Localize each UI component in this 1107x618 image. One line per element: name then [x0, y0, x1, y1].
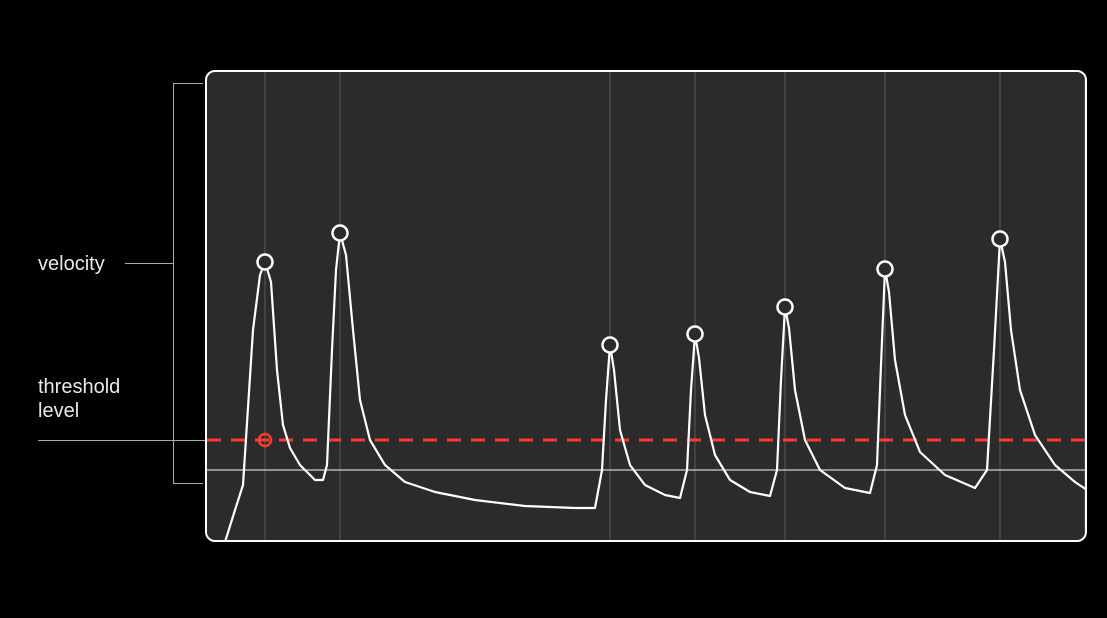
bracket-velocity-leader: [125, 263, 173, 264]
velocity-label: velocity: [38, 252, 105, 276]
chart-panel: [205, 70, 1087, 542]
threshold-label: threshold level: [38, 375, 120, 423]
velocity-chart: [207, 72, 1085, 540]
bracket-velocity-top: [173, 83, 203, 84]
threshold-leader-line: [38, 440, 210, 441]
bracket-velocity-vertical: [173, 83, 174, 483]
bracket-velocity-bottom: [173, 483, 203, 484]
